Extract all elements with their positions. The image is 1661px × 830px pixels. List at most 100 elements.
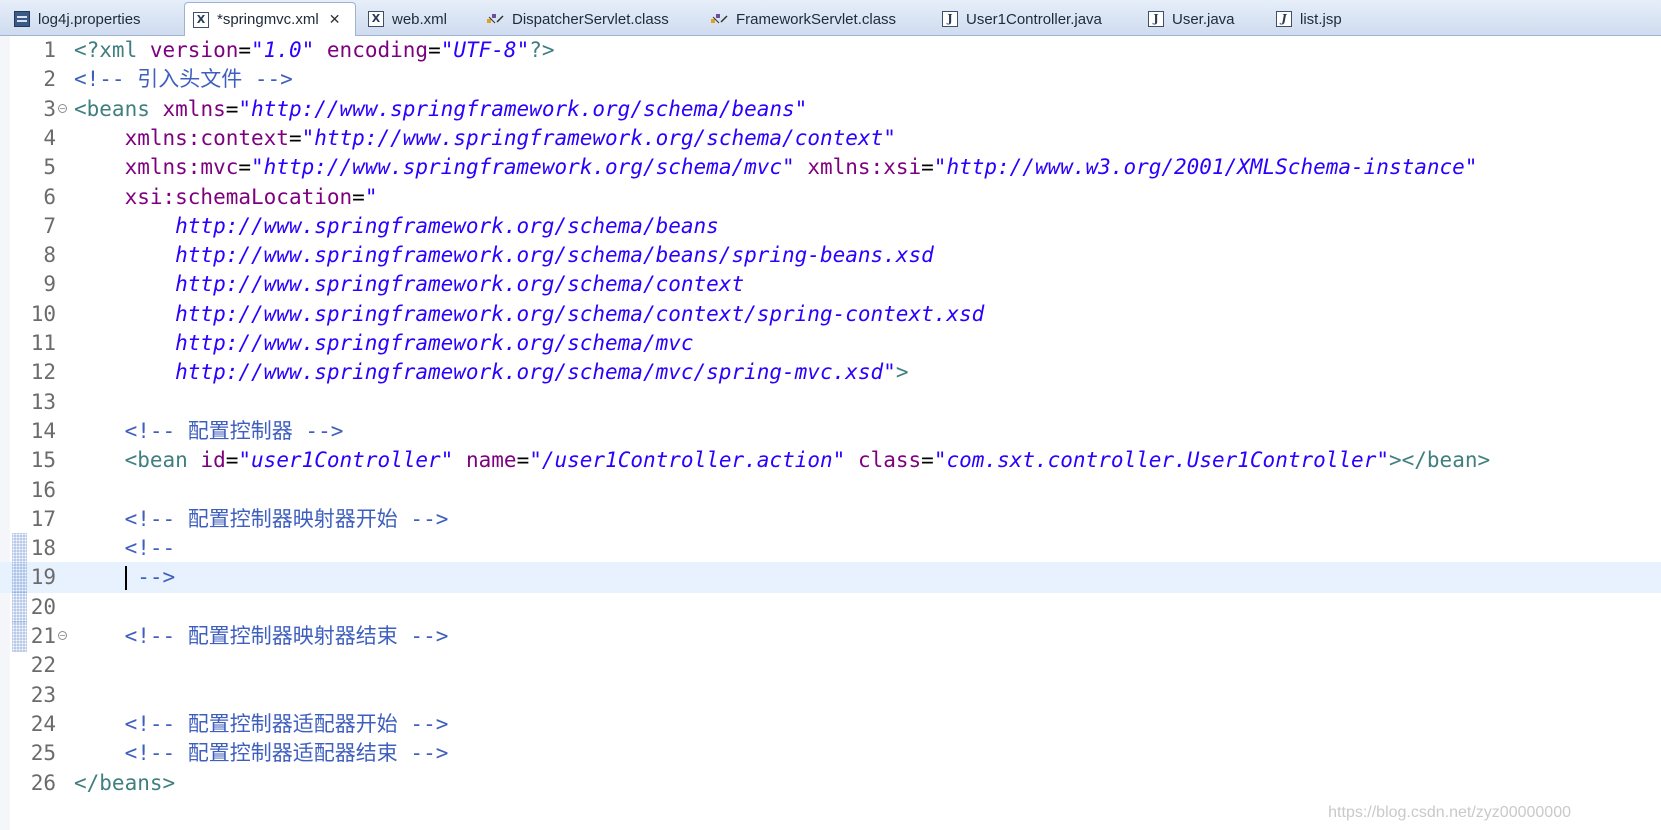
tab-label: FrameworkServlet.class <box>736 10 897 28</box>
line-number: 13 <box>30 389 56 414</box>
code-token: <bean <box>124 448 201 473</box>
code-line[interactable]: 13 <box>0 387 1661 418</box>
code-text: <beans xmlns="http://www.springframework… <box>74 94 807 125</box>
tab-label: User.java <box>1172 10 1235 28</box>
code-token: xsi:schemaLocation <box>124 184 353 209</box>
code-line[interactable]: 19 --> <box>0 562 1661 594</box>
code-token: <!-- 配置控制器映射器结束 --> <box>124 624 449 648</box>
code-token: = <box>921 155 934 180</box>
code-token: xmlns:xsi <box>807 155 922 180</box>
code-line[interactable]: 9 http://www.springframework.org/schema/… <box>0 269 1661 300</box>
line-number: 19 <box>30 565 56 590</box>
text-caret <box>125 566 127 591</box>
line-number: 15 <box>30 448 56 473</box>
line-number: 14 <box>30 418 56 443</box>
code-line[interactable]: 2 <!-- 引入头文件 --> <box>0 64 1661 95</box>
class-file-icon <box>486 11 504 27</box>
line-number: 8 <box>43 243 56 268</box>
watermark: https://blog.csdn.net/zyz00000000 <box>1328 804 1571 821</box>
line-number: 2 <box>43 67 56 92</box>
code-token: "http://www.springframework.org/schema/b… <box>238 96 808 121</box>
tab-user1controller-java[interactable]: J User1Controller.java <box>934 3 1138 35</box>
tab-user-java[interactable]: J User.java <box>1140 3 1268 35</box>
code-token: "http://www.springframework.org/schema/m… <box>251 155 795 180</box>
code-line[interactable]: 23 <box>0 680 1661 711</box>
code-line[interactable]: 4 xmlns:context="http://www.springframew… <box>0 123 1661 154</box>
code-token: <!-- 配置控制器适配器开始 --> <box>124 711 449 736</box>
code-line[interactable]: 14 <!-- 配置控制器 --> <box>0 416 1661 447</box>
tab-label: log4j.properties <box>38 10 141 28</box>
code-text: <!-- 配置控制器映射器开始 --> <box>74 504 449 535</box>
code-token: "user1Controller" <box>238 448 454 473</box>
code-line[interactable]: 3− <beans xmlns="http://www.springframewo… <box>0 94 1661 125</box>
code-line[interactable]: 7 http://www.springframework.org/schema/… <box>0 211 1661 242</box>
code-line[interactable]: 5 xmlns:mvc="http://www.springframework.… <box>0 152 1661 183</box>
code-text: http://www.springframework.org/schema/mv… <box>74 357 908 388</box>
line-number: 1 <box>43 38 56 62</box>
tab-frameworkservlet-class[interactable]: FrameworkServlet.class <box>702 3 928 35</box>
tab-log4j-properties[interactable]: log4j.properties <box>6 3 184 35</box>
tab-dispatcherservlet-class[interactable]: DispatcherServlet.class <box>478 3 700 35</box>
code-text: <?xml version="1.0" encoding="UTF-8"?> <box>74 36 555 66</box>
tab-web-xml[interactable]: X web.xml <box>360 3 478 35</box>
code-token: </beans> <box>74 770 176 795</box>
code-token: = <box>225 448 239 473</box>
code-token: id <box>200 448 226 473</box>
code-line[interactable]: 21− <!-- 配置控制器映射器结束 --> <box>0 621 1661 652</box>
line-number: 18 <box>30 536 56 561</box>
code-line[interactable]: 8 http://www.springframework.org/schema/… <box>0 240 1661 271</box>
code-token: <beans <box>74 96 163 121</box>
code-token: http://www.springframework.org/schema/be… <box>74 243 934 268</box>
code-line[interactable]: 10 http://www.springframework.org/schema… <box>0 299 1661 330</box>
tab-springmvc-xml[interactable]: X *springmvc.xml ✕ <box>184 2 356 36</box>
code-token: http://www.springframework.org/schema/co… <box>74 301 985 326</box>
xml-code-editor[interactable]: 1 <?xml version="1.0" encoding="UTF-8"?> 2… <box>0 36 1661 830</box>
code-line[interactable]: 26 </beans> <box>0 768 1661 799</box>
fold-toggle-icon[interactable]: − <box>58 103 67 113</box>
code-text: xmlns:mvc="http://www.springframework.or… <box>74 152 1478 183</box>
code-token: http://www.springframework.org/schema/mv… <box>74 331 694 355</box>
java-file-icon: J <box>1148 11 1164 27</box>
code-line[interactable]: 25 <!-- 配置控制器适配器结束 --> <box>0 738 1661 769</box>
code-token: "http://www.springframework.org/schema/c… <box>301 125 896 150</box>
code-line[interactable]: 20 <box>0 591 1661 623</box>
code-token: xmlns <box>162 96 226 121</box>
code-token: http://www.springframework.org/schema/be… <box>74 213 719 238</box>
java-file-icon: J <box>942 11 958 27</box>
code-line[interactable]: 1 <?xml version="1.0" encoding="UTF-8"?> <box>0 36 1661 66</box>
code-line[interactable]: 15 <bean id="user1Controller" name="/use… <box>0 445 1661 476</box>
class-file-icon <box>710 11 728 27</box>
code-line[interactable]: 24 <!-- 配置控制器适配器开始 --> <box>0 709 1661 740</box>
code-line[interactable]: 17 <!-- 配置控制器映射器开始 --> <box>0 504 1661 535</box>
code-token: http://www.springframework.org/schema/mv… <box>74 360 896 385</box>
code-line[interactable]: 11 http://www.springframework.org/schema… <box>0 328 1661 359</box>
line-number: 7 <box>43 213 56 238</box>
code-line[interactable]: 12 http://www.springframework.org/schema… <box>0 357 1661 388</box>
line-number: 3 <box>43 96 56 121</box>
code-line[interactable]: 18 <!-- <box>0 533 1661 565</box>
code-text: xmlns:context="http://www.springframewor… <box>74 123 896 154</box>
code-text: http://www.springframework.org/schema/be… <box>74 211 719 242</box>
close-icon[interactable]: ✕ <box>329 12 341 28</box>
tab-label: list.jsp <box>1300 10 1342 28</box>
line-number: 12 <box>30 360 56 385</box>
code-token: <?xml <box>74 38 150 62</box>
code-line[interactable]: 6 xsi:schemaLocation=" <box>0 182 1661 213</box>
code-token: " <box>364 184 378 209</box>
code-line[interactable]: 22 <box>0 650 1661 681</box>
line-number: 24 <box>30 711 56 736</box>
code-text: <bean id="user1Controller" name="/user1C… <box>74 445 1491 476</box>
code-line[interactable]: 16 <box>0 475 1661 506</box>
fold-toggle-icon[interactable]: − <box>58 631 67 640</box>
tab-list-jsp[interactable]: J list.jsp <box>1268 3 1380 35</box>
line-number: 16 <box>30 477 56 502</box>
